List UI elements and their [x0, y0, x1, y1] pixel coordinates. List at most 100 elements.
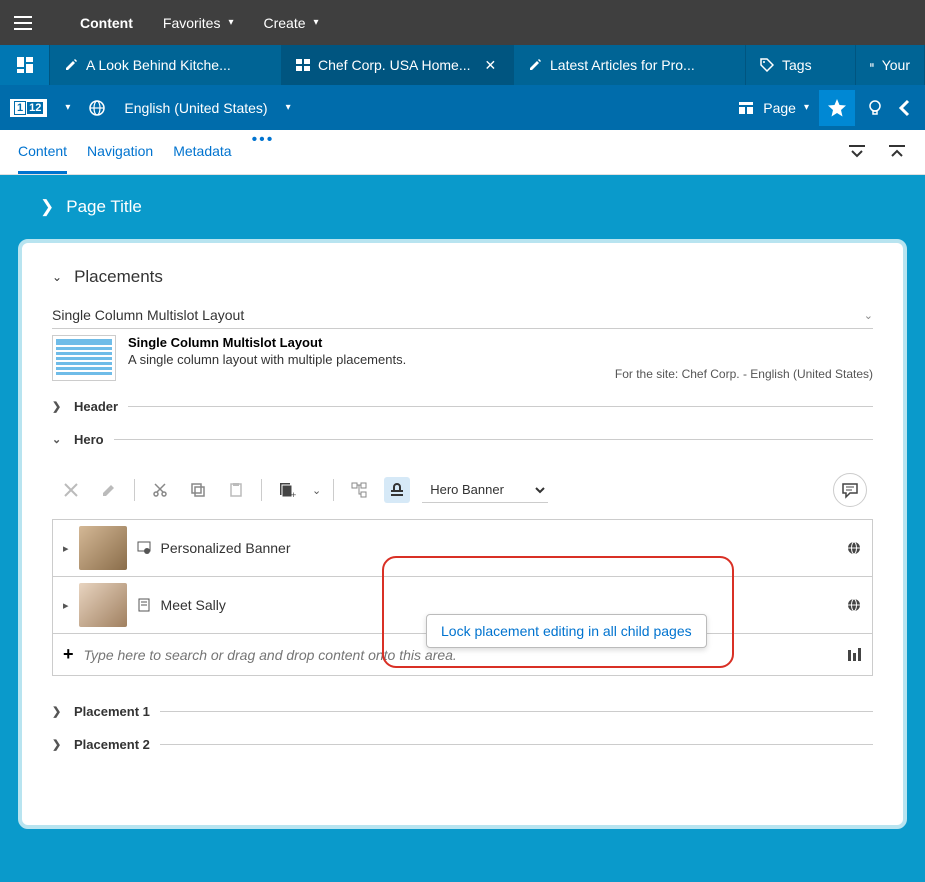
lock-button[interactable] [384, 477, 410, 503]
page-title-row[interactable]: ❯ Page Title [0, 175, 925, 239]
menu-favorites[interactable]: Favorites ▾ [163, 15, 234, 31]
globe-icon[interactable] [846, 540, 862, 556]
chevron-right-icon: ▸ [63, 599, 69, 612]
tab-dashboard-icon[interactable] [0, 45, 50, 85]
top-bar: Content Favorites ▾ Create ▾ [0, 0, 925, 45]
chevron-down-icon[interactable]: ▾ [65, 102, 70, 113]
layout-info-desc: A single column layout with multiple pla… [128, 352, 603, 367]
chevron-down-icon: ▾ [314, 17, 319, 28]
item-label: Meet Sally [161, 597, 226, 613]
sub-nav: Content Navigation Metadata ••• [0, 130, 925, 175]
section-label: Hero [74, 432, 104, 447]
chevron-right-icon: ❯ [40, 197, 54, 217]
chevron-down-icon: ▾ [228, 17, 233, 28]
divider [160, 744, 873, 745]
item-label: Personalized Banner [161, 540, 291, 556]
context-bar: 112 ▾ English (United States) ▾ Page ▾ [0, 85, 925, 130]
item-thumbnail [79, 583, 127, 627]
add-button[interactable]: + [274, 477, 300, 503]
tab-label: Latest Articles for Pro... [550, 57, 695, 73]
section-header[interactable]: ❯ Header [52, 399, 873, 414]
page-title: Page Title [66, 197, 142, 217]
copy-button[interactable] [185, 477, 211, 503]
bars-icon[interactable] [846, 647, 862, 663]
chevron-left-icon[interactable] [895, 98, 915, 118]
item-personalized-banner[interactable]: ▸ Personalized Banner [52, 519, 873, 577]
subnav-content[interactable]: Content [18, 131, 67, 174]
divider [114, 439, 873, 440]
layout-icon [870, 58, 874, 72]
paste-icon [228, 482, 244, 498]
section-label: Placement 1 [74, 704, 150, 719]
layout-name: Single Column Multislot Layout [52, 307, 244, 323]
top-menu: Content Favorites ▾ Create ▾ [45, 15, 319, 31]
tab-chef-corp[interactable]: Chef Corp. USA Home... ✕ [282, 45, 514, 85]
layout-site-info: For the site: Chef Corp. - English (Unit… [615, 367, 873, 381]
tab-label: Tags [782, 57, 812, 73]
placements-title: Placements [74, 267, 163, 287]
subnav-metadata[interactable]: Metadata [173, 131, 231, 174]
section-label: Header [74, 399, 118, 414]
page-icon [737, 99, 755, 117]
cols-value: 12 [27, 102, 43, 114]
placements-header[interactable]: ⌄ Placements [52, 267, 873, 287]
chevron-right-icon: ▸ [63, 542, 69, 555]
lock-tooltip: Lock placement editing in all child page… [426, 614, 707, 648]
globe-icon[interactable] [88, 99, 106, 117]
menu-favorites-label: Favorites [163, 15, 221, 31]
chevron-down-icon[interactable]: ⌄ [312, 484, 321, 497]
chevron-down-icon[interactable]: ▾ [286, 102, 291, 113]
collapse-up-icon[interactable] [887, 144, 907, 160]
locale-label[interactable]: English (United States) [124, 100, 267, 116]
add-icon: + [278, 481, 296, 499]
tab-label: Chef Corp. USA Home... [318, 57, 471, 73]
tree-button[interactable] [346, 477, 372, 503]
layout-selector[interactable]: Single Column Multislot Layout ⌄ [52, 307, 873, 329]
star-icon [827, 98, 847, 118]
edit-button[interactable] [96, 477, 122, 503]
page-label: Page [763, 100, 796, 116]
page-dropdown[interactable]: Page ▾ [737, 99, 809, 117]
tags-icon [760, 58, 774, 72]
globe-icon[interactable] [846, 597, 862, 613]
search-input[interactable] [84, 647, 836, 663]
layout-thumbnail [52, 335, 116, 381]
context-right: Page ▾ [737, 90, 915, 126]
close-icon[interactable]: ✕ [485, 57, 497, 74]
paste-button[interactable] [223, 477, 249, 503]
tab-look-behind[interactable]: A Look Behind Kitche... [50, 45, 282, 85]
comment-icon [841, 481, 859, 499]
context-left: 112 ▾ English (United States) ▾ [10, 99, 291, 117]
tab-your[interactable]: Your [856, 45, 925, 85]
chevron-right-icon: ❯ [52, 400, 64, 413]
collapse-down-icon[interactable] [847, 144, 867, 160]
subnav-right [847, 144, 907, 160]
bulb-icon[interactable] [865, 98, 885, 118]
columns-indicator[interactable]: 112 [10, 99, 47, 117]
lock-icon [388, 481, 406, 499]
subnav-links: Content Navigation Metadata ••• [18, 131, 274, 174]
delete-button[interactable] [58, 477, 84, 503]
item-thumbnail [79, 526, 127, 570]
document-icon [137, 598, 151, 612]
section-hero[interactable]: ⌄ Hero [52, 432, 873, 447]
section-placement1[interactable]: ❯ Placement 1 [52, 704, 873, 719]
menu-content[interactable]: Content [80, 15, 133, 31]
hero-toolbar: + ⌄ Hero Banner [52, 469, 873, 511]
hamburger-menu[interactable] [0, 0, 45, 45]
comment-button[interactable] [833, 473, 867, 507]
view-type-select[interactable]: Hero Banner [422, 477, 548, 503]
subnav-more[interactable]: ••• [252, 131, 275, 174]
layout-icon [296, 58, 310, 72]
menu-create[interactable]: Create ▾ [264, 15, 319, 31]
cut-button[interactable] [147, 477, 173, 503]
hamburger-icon [14, 16, 32, 30]
subnav-navigation[interactable]: Navigation [87, 131, 153, 174]
tab-latest-articles[interactable]: Latest Articles for Pro... [514, 45, 746, 85]
tab-tags[interactable]: Tags [746, 45, 856, 85]
favorite-button[interactable] [819, 90, 855, 126]
section-placement2[interactable]: ❯ Placement 2 [52, 737, 873, 752]
menu-create-label: Create [264, 15, 306, 31]
placements-panel: ⌄ Placements Single Column Multislot Lay… [18, 239, 907, 829]
layout-info: Single Column Multislot Layout A single … [52, 335, 873, 381]
